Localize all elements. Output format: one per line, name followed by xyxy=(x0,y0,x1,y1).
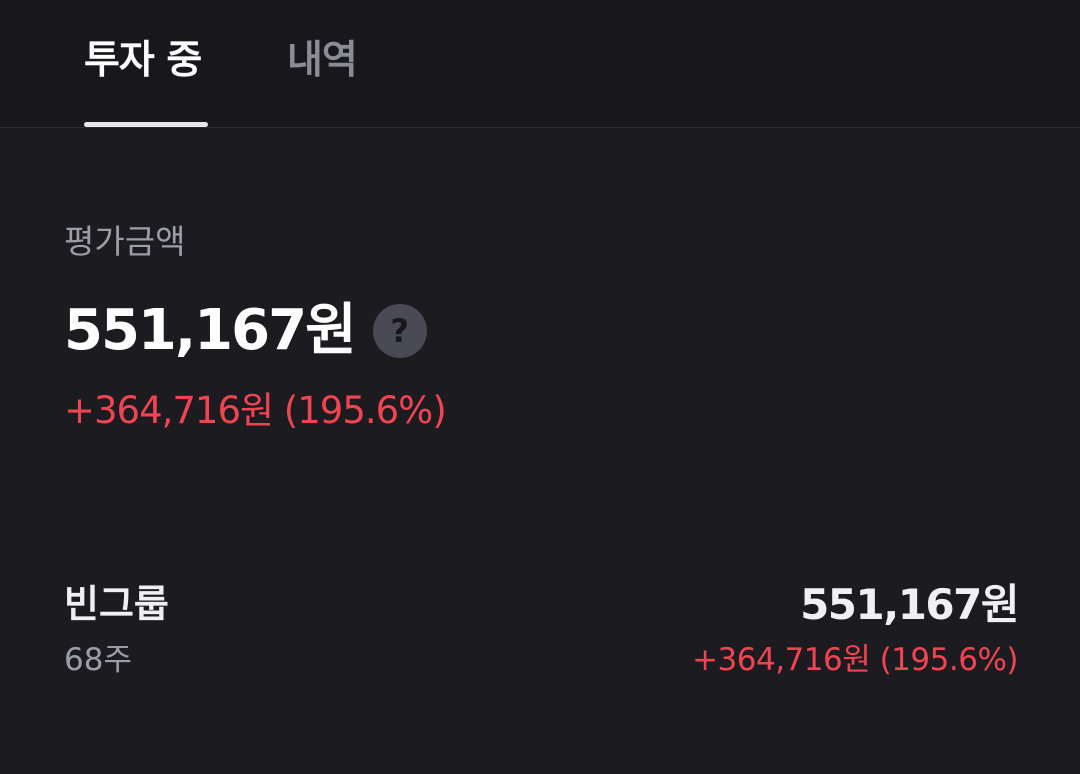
tab-investing[interactable]: 투자 중 xyxy=(84,36,202,86)
evaluation-change: +364,716원 (195.6%) xyxy=(64,389,447,432)
question-circle-icon[interactable]: ? xyxy=(372,304,427,358)
holding-name: 빈그룹 xyxy=(64,582,169,626)
tab-history[interactable]: 내역 xyxy=(287,36,358,86)
evaluation-amount: 551,167원 xyxy=(64,298,357,363)
active-tab-indicator xyxy=(84,122,208,127)
holding-value: 551,167원 xyxy=(800,580,1019,629)
tab-bar: 투자 중 내역 xyxy=(0,0,1080,128)
holding-change: +364,716원 (195.6%) xyxy=(692,642,1018,678)
holding-quantity: 68주 xyxy=(64,642,132,678)
evaluation-amount-row: 551,167원 ? xyxy=(64,298,427,364)
evaluation-label: 평가금액 xyxy=(64,222,186,261)
portfolio-content: 평가금액 551,167원 ? +364,716원 (195.6%) 빈그룹 6… xyxy=(0,128,1080,774)
holding-row[interactable]: 빈그룹 68주 551,167원 +364,716원 (195.6%) xyxy=(64,578,1019,688)
